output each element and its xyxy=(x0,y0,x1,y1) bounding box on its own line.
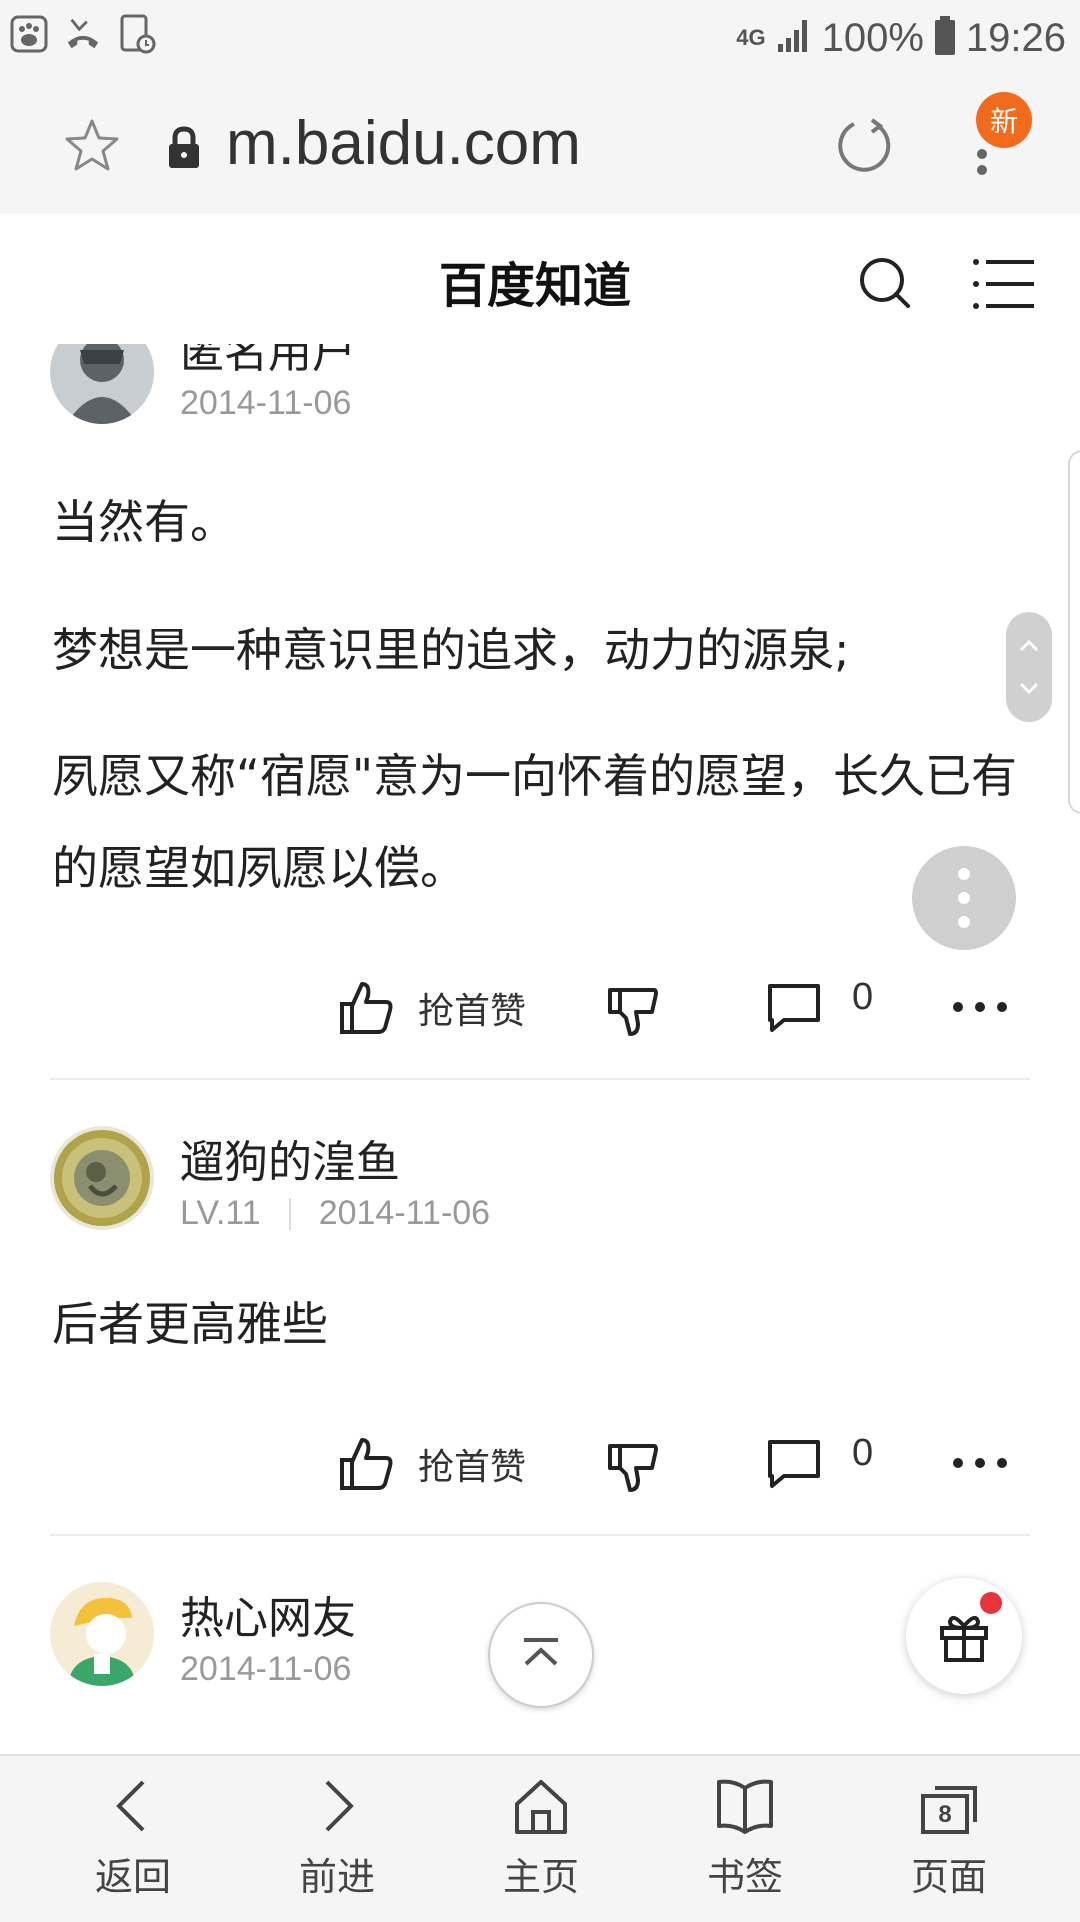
user-level: LV.11 xyxy=(180,1194,261,1232)
answer-paragraph: 梦想是一种意识里的追求，动力的源泉; xyxy=(52,623,850,677)
browser-bottom-nav: 返回 前进 主页 书签 8 页面 xyxy=(0,1754,1080,1922)
nav-bookmarks-label: 书签 xyxy=(706,1855,783,1899)
chevron-right-icon xyxy=(325,1780,354,1832)
meta-separator xyxy=(288,1197,291,1230)
nav-back-label: 返回 xyxy=(94,1855,171,1899)
scroll-handle[interactable] xyxy=(1006,612,1052,722)
username[interactable]: 遛狗的湟鱼 xyxy=(180,1126,400,1190)
open-pages-count: 8 xyxy=(938,1801,951,1828)
nav-pages[interactable]: 8 页面 xyxy=(874,1774,1024,1914)
like-label[interactable]: 抢首赞 xyxy=(418,982,526,1034)
avatar[interactable] xyxy=(50,1126,154,1230)
battery-icon xyxy=(934,16,956,60)
lock-icon xyxy=(166,126,202,170)
answer-paragraph: 后者更高雅些 xyxy=(52,1297,328,1351)
screenshot-icon xyxy=(118,14,156,54)
gift-button[interactable] xyxy=(906,1578,1022,1694)
comment-count: 0 xyxy=(852,976,874,1018)
nav-forward[interactable]: 前进 xyxy=(262,1774,412,1914)
avatar[interactable] xyxy=(50,1582,154,1686)
bookmark-star-icon[interactable] xyxy=(62,116,122,176)
answer-date-row: 2014-11-06 xyxy=(180,384,351,423)
answer-date: 2014-11-06 xyxy=(318,1194,491,1232)
answer-date: 2014-11-06 xyxy=(180,384,352,422)
username[interactable]: 匿名用户 xyxy=(180,344,356,380)
url-field[interactable]: m.baidu.com xyxy=(226,108,581,179)
thumbs-down-icon[interactable] xyxy=(606,1440,660,1494)
home-icon xyxy=(515,1780,567,1834)
username[interactable]: 热心网友 xyxy=(180,1582,356,1646)
nav-bookmarks[interactable]: 书签 xyxy=(670,1774,820,1914)
more-options-icon[interactable] xyxy=(950,1448,1010,1478)
answer-meta: LV.11 2014-11-06 xyxy=(180,1194,490,1233)
tabs-icon: 8 xyxy=(921,1786,977,1834)
browser-toolbar: m.baidu.com 新 xyxy=(0,78,1080,214)
nav-forward-label: 前进 xyxy=(298,1855,375,1899)
avatar[interactable] xyxy=(50,344,154,424)
battery-percent: 100% xyxy=(821,15,924,60)
scroll-to-top-button[interactable] xyxy=(488,1602,594,1708)
thumbs-down-icon[interactable] xyxy=(606,984,660,1038)
floating-more-button[interactable] xyxy=(912,846,1016,950)
nav-home-label: 主页 xyxy=(502,1855,579,1899)
comment-icon[interactable] xyxy=(766,980,822,1036)
divider xyxy=(50,1534,1030,1536)
comment-icon[interactable] xyxy=(766,1436,822,1492)
nav-home[interactable]: 主页 xyxy=(466,1774,616,1914)
nav-back[interactable]: 返回 xyxy=(58,1774,208,1914)
answer-date-row: 2014-11-06 xyxy=(180,1650,351,1689)
comment-count: 0 xyxy=(852,1432,874,1474)
divider xyxy=(50,1078,1030,1080)
missed-call-icon xyxy=(64,14,102,54)
search-icon[interactable] xyxy=(856,254,916,314)
answer-paragraph: 夙愿又称“宿愿"意为一向怀着的愿望，长久已有的愿望如夙愿以偿。 xyxy=(52,749,1017,895)
notification-dot xyxy=(980,1592,1002,1614)
reload-icon[interactable] xyxy=(834,114,896,176)
answer-actions: 抢首赞 0 xyxy=(0,1426,1080,1506)
nav-pages-label: 页面 xyxy=(910,1855,987,1899)
scrollbar-track[interactable] xyxy=(1068,450,1080,814)
chevron-left-icon xyxy=(116,1780,145,1832)
network-type: 4G xyxy=(736,25,766,50)
more-options-icon[interactable] xyxy=(950,992,1010,1022)
answer-actions: 抢首赞 0 xyxy=(0,970,1080,1050)
thumbs-up-icon[interactable] xyxy=(338,1436,394,1492)
status-bar: 4G 100% 19:26 xyxy=(0,0,1080,78)
answers-list: 匿名用户 2014-11-06 当然有。 梦想是一种意识里的追求，动力的源泉; … xyxy=(0,344,1080,1754)
thumbs-up-icon[interactable] xyxy=(338,980,394,1036)
like-label[interactable]: 抢首赞 xyxy=(418,1438,526,1490)
menu-list-icon[interactable] xyxy=(972,256,1036,312)
site-header: 百度知道 xyxy=(0,214,1080,344)
answer-date: 2014-11-06 xyxy=(180,1650,352,1688)
book-icon xyxy=(717,1779,773,1834)
clock: 19:26 xyxy=(965,15,1066,60)
baidu-app-icon xyxy=(10,14,48,54)
new-badge: 新 xyxy=(976,92,1032,148)
answer-paragraph: 当然有。 xyxy=(52,495,236,549)
signal-icon xyxy=(776,18,812,58)
